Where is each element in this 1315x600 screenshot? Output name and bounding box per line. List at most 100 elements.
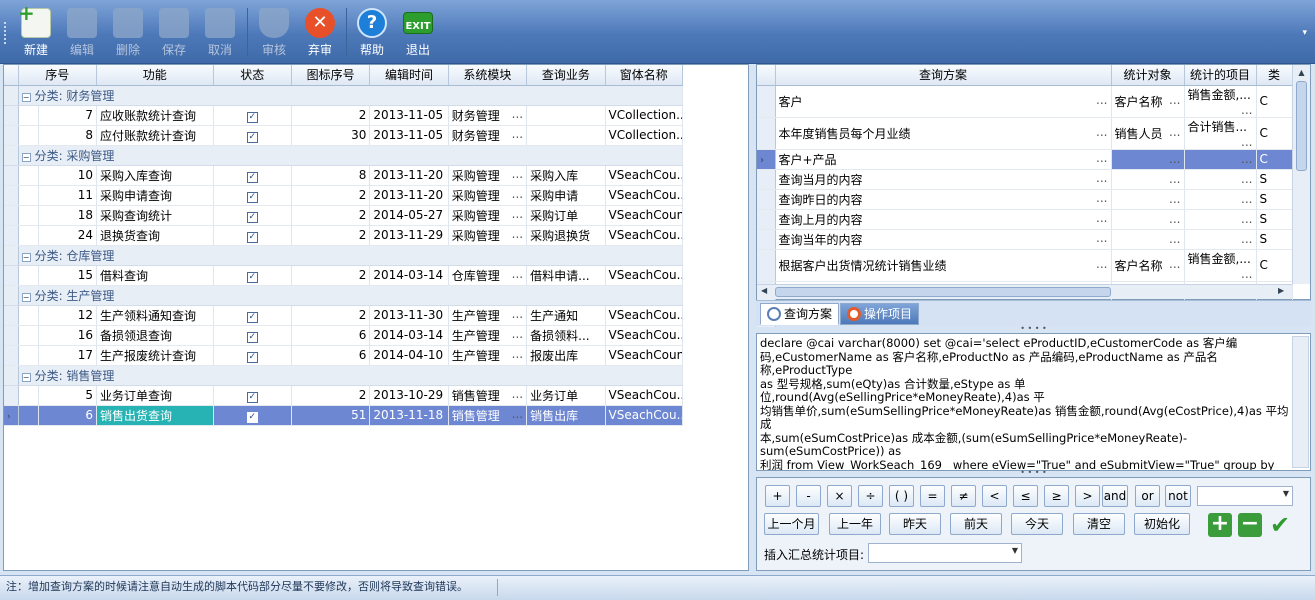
group-row[interactable]: − 分类: 生产管理 xyxy=(4,285,684,306)
function-cell[interactable]: 应付账款统计查询 xyxy=(96,125,214,146)
delete-button[interactable]: 删除 xyxy=(106,4,150,60)
table-row[interactable]: 17 生产报废统计查询 ✓ 6 2014-04-10 生产管理... 报废出库 VSeachC… xyxy=(4,345,684,366)
ellipsis-button[interactable]: ... xyxy=(1169,172,1180,186)
ellipsis-button[interactable]: ... xyxy=(1096,93,1107,107)
status-cell[interactable]: ✓ xyxy=(213,265,292,286)
sql-vertical-scrollbar[interactable] xyxy=(1292,336,1309,468)
ellipsis-button[interactable]: ... xyxy=(1169,93,1180,107)
plan-row[interactable]: › 客户+产品......... C xyxy=(757,149,1293,170)
plan-cell[interactable]: 客户+产品... xyxy=(775,149,1112,170)
form-cell[interactable]: VSeachCou... xyxy=(605,305,684,326)
col-header-form[interactable]: 窗体名称 xyxy=(605,65,684,86)
module-cell[interactable]: 采购管理... xyxy=(448,205,528,226)
tab-operation-items[interactable]: 操作项目 xyxy=(840,303,920,325)
object-cell[interactable]: ... xyxy=(1111,229,1185,250)
form-cell[interactable]: VCollection... xyxy=(605,125,684,146)
edit-time-cell[interactable]: 2014-05-27 xyxy=(369,205,449,226)
ellipsis-button[interactable]: ... xyxy=(1096,211,1107,225)
ellipsis-button[interactable]: ... xyxy=(1169,212,1180,226)
ellipsis-button[interactable]: ... xyxy=(1169,152,1180,166)
status-cell[interactable]: ✓ xyxy=(213,225,292,246)
collapse-icon[interactable]: − xyxy=(21,292,31,302)
seq-cell[interactable]: 24 xyxy=(38,225,97,246)
edit-time-cell[interactable]: 2013-11-30 xyxy=(369,305,449,326)
module-cell[interactable]: 财务管理... xyxy=(448,125,528,146)
group-row[interactable]: − 分类: 采购管理 xyxy=(4,145,684,166)
module-cell[interactable]: 销售管理... xyxy=(448,405,528,426)
col-header-item[interactable]: 统计的项目 xyxy=(1184,65,1257,86)
group-row[interactable]: − 分类: 仓库管理 xyxy=(4,245,684,266)
seq-cell[interactable]: 6 xyxy=(38,405,97,426)
plan-vscroll-thumb[interactable] xyxy=(1296,81,1307,171)
seq-cell[interactable]: 8 xyxy=(38,125,97,146)
status-cell[interactable]: ✓ xyxy=(213,345,292,366)
biz-cell[interactable] xyxy=(526,125,606,146)
ellipsis-button[interactable]: ... xyxy=(1241,103,1252,117)
table-row[interactable]: 12 生产领料通知查询 ✓ 2 2013-11-30 生产管理... 生产通知 VSeachC… xyxy=(4,305,684,326)
scroll-left-icon[interactable]: ◀ xyxy=(761,286,767,295)
biz-cell[interactable]: 生产通知 xyxy=(526,305,606,326)
operator-button[interactable]: ( ) xyxy=(889,485,914,507)
plan-cell[interactable]: 查询上月的内容... xyxy=(775,209,1112,230)
cancel-button[interactable]: 取消 xyxy=(198,4,242,60)
type-cell[interactable]: C xyxy=(1256,85,1293,118)
seq-cell[interactable]: 7 xyxy=(38,105,97,126)
ellipsis-button[interactable]: ... xyxy=(512,127,523,141)
object-cell[interactable]: ... xyxy=(1111,169,1185,190)
seq-cell[interactable]: 17 xyxy=(38,345,97,366)
edit-time-cell[interactable]: 2014-04-10 xyxy=(369,345,449,366)
form-cell[interactable]: VSeachCou... xyxy=(605,385,684,406)
form-cell[interactable]: VSeachCou... xyxy=(605,165,684,186)
status-cell[interactable]: ✓ xyxy=(213,185,292,206)
function-cell[interactable]: 采购申请查询 xyxy=(96,185,214,206)
date-button[interactable]: 上一年 xyxy=(829,513,881,535)
function-cell[interactable]: 退换货查询 xyxy=(96,225,214,246)
status-checkbox[interactable]: ✓ xyxy=(246,191,258,203)
form-cell[interactable]: VSeachCount xyxy=(605,205,684,226)
form-cell[interactable]: VSeachCou... xyxy=(605,325,684,346)
plan-row[interactable]: 查询上月的内容......... S xyxy=(757,209,1293,230)
item-cell[interactable]: ... xyxy=(1184,169,1257,190)
type-cell[interactable]: C xyxy=(1256,149,1293,170)
ellipsis-button[interactable]: ... xyxy=(1096,257,1107,271)
status-checkbox[interactable]: ✓ xyxy=(246,111,258,123)
edit-time-cell[interactable]: 2013-10-29 xyxy=(369,385,449,406)
plan-row[interactable]: 查询当月的内容......... S xyxy=(757,169,1293,190)
row-header[interactable] xyxy=(4,245,19,266)
item-cell[interactable]: 合计销售...... xyxy=(1184,117,1257,150)
edit-time-cell[interactable]: 2013-11-20 xyxy=(369,185,449,206)
object-cell[interactable]: ... xyxy=(1111,149,1185,170)
function-cell[interactable]: 生产领料通知查询 xyxy=(96,305,214,326)
ellipsis-button[interactable]: ... xyxy=(1241,232,1252,246)
row-header[interactable] xyxy=(4,285,19,306)
edit-time-cell[interactable]: 2014-03-14 xyxy=(369,265,449,286)
form-cell[interactable]: VSeachCou... xyxy=(605,405,684,426)
date-button[interactable]: 昨天 xyxy=(889,513,941,535)
date-button[interactable]: 上一个月 xyxy=(764,513,819,535)
module-cell[interactable]: 财务管理... xyxy=(448,105,528,126)
seq-cell[interactable]: 5 xyxy=(38,385,97,406)
icon-no-cell[interactable]: 2 xyxy=(291,205,371,226)
item-cell[interactable]: ... xyxy=(1184,149,1257,170)
row-header[interactable] xyxy=(757,85,776,118)
scroll-right-icon[interactable]: ▶ xyxy=(1278,286,1284,295)
edit-time-cell[interactable]: 2014-03-14 xyxy=(369,325,449,346)
ellipsis-button[interactable]: ... xyxy=(512,207,523,221)
item-cell[interactable]: ... xyxy=(1184,229,1257,250)
module-cell[interactable]: 生产管理... xyxy=(448,325,528,346)
item-cell[interactable]: 销售金额,...... xyxy=(1184,85,1257,118)
seq-cell[interactable]: 15 xyxy=(38,265,97,286)
biz-cell[interactable]: 采购申请 xyxy=(526,185,606,206)
type-cell[interactable]: C xyxy=(1256,117,1293,150)
row-header[interactable] xyxy=(4,105,19,126)
row-header[interactable] xyxy=(4,345,19,366)
form-cell[interactable]: VSeachCou... xyxy=(605,225,684,246)
object-cell[interactable]: 客户名称... xyxy=(1111,249,1185,282)
ellipsis-button[interactable]: ... xyxy=(1241,152,1252,166)
ellipsis-button[interactable]: ... xyxy=(1169,232,1180,246)
ellipsis-button[interactable]: ... xyxy=(1241,267,1252,281)
operator-button[interactable]: ÷ xyxy=(858,485,883,507)
row-header[interactable] xyxy=(4,385,19,406)
collapse-icon[interactable]: − xyxy=(21,372,31,382)
biz-cell[interactable]: 销售出库 xyxy=(526,405,606,426)
